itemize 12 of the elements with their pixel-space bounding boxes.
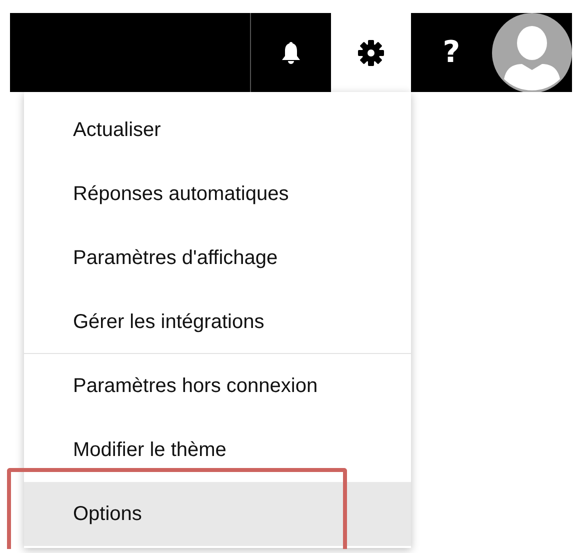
notifications-button[interactable] xyxy=(251,13,331,92)
menu-item[interactable]: Paramètres d'affichage xyxy=(24,226,411,290)
menu-item[interactable]: Gérer les intégrations xyxy=(24,290,411,354)
bell-icon xyxy=(280,40,302,66)
menu-item[interactable]: Modifier le thème xyxy=(24,418,411,482)
menu-item[interactable]: Options xyxy=(24,482,411,546)
avatar[interactable] xyxy=(492,13,572,92)
help-button[interactable]: ? xyxy=(411,13,492,92)
menu-item[interactable]: Réponses automatiques xyxy=(24,162,411,226)
menu-item[interactable]: Actualiser xyxy=(24,98,411,162)
settings-icon xyxy=(357,38,385,66)
menu-item[interactable]: Paramètres hors connexion xyxy=(24,354,411,418)
